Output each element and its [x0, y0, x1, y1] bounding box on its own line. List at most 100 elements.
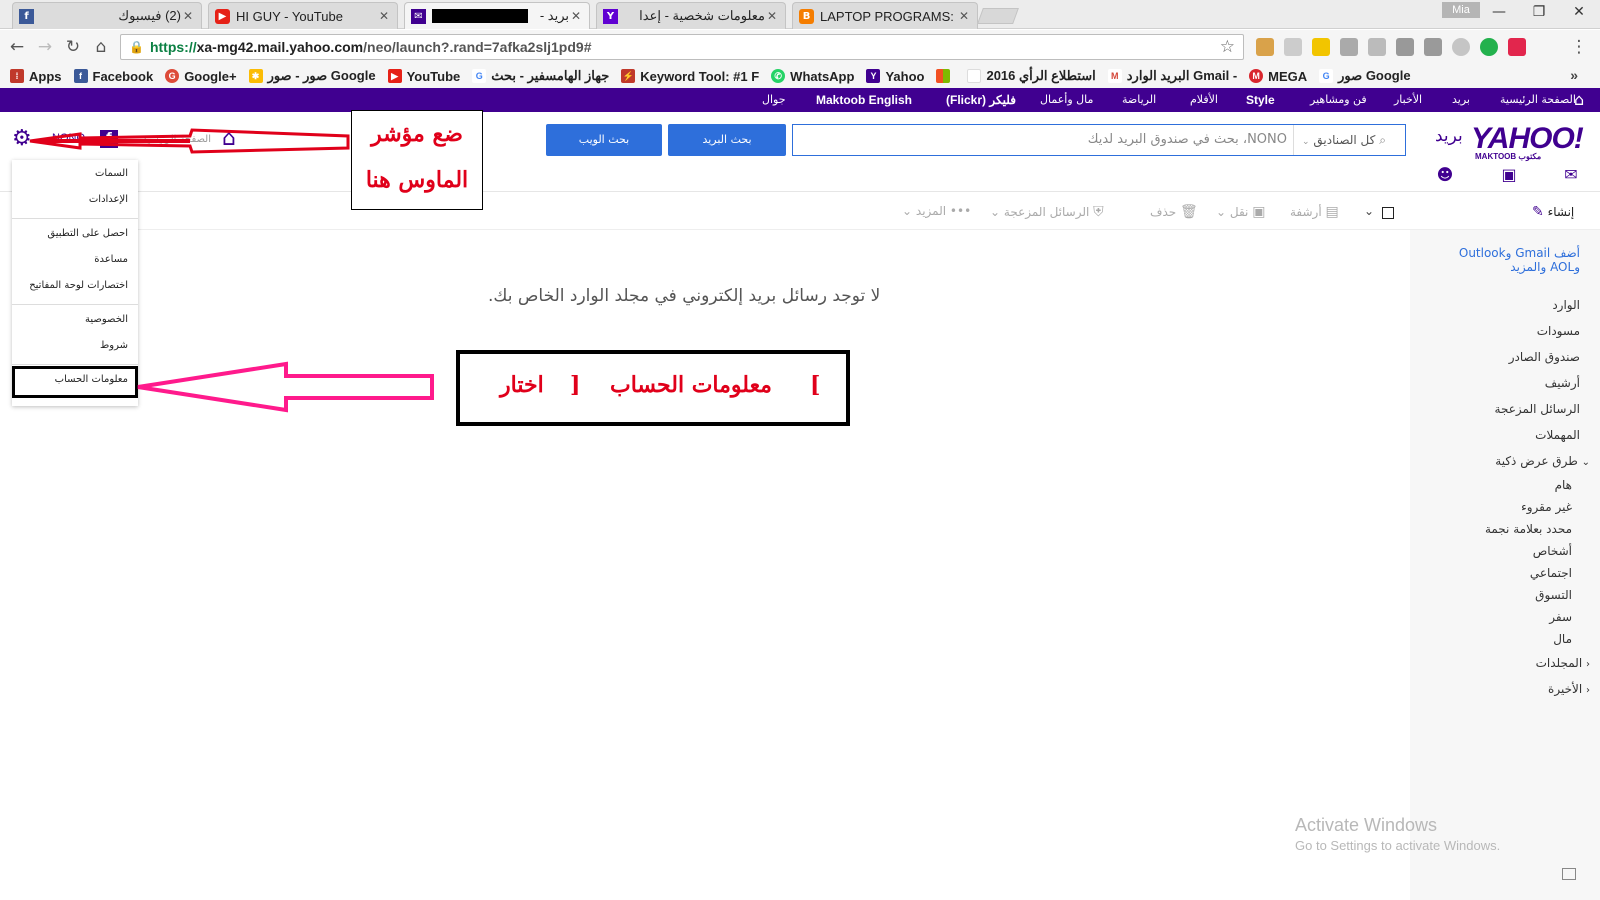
smart-view-item[interactable]: مال — [1553, 632, 1572, 646]
facebook-icon[interactable]: f — [100, 130, 118, 148]
close-icon[interactable]: ✕ — [957, 9, 971, 23]
bookmark-item[interactable]: ▶ YouTube — [387, 69, 460, 84]
profile-badge[interactable]: Mia — [1442, 2, 1480, 18]
menu-item-privacy[interactable]: الخصوصية — [85, 314, 128, 325]
bookmark-item[interactable]: ✱ صور - صور Google — [248, 68, 376, 84]
nav-item[interactable]: الأفلام — [1190, 88, 1218, 112]
contacts-icon[interactable]: ▣ — [1500, 166, 1518, 184]
close-window-icon[interactable]: ✕ — [1564, 4, 1594, 20]
smart-view-item[interactable]: محدد بعلامة نجمة — [1485, 522, 1572, 536]
nav-item[interactable]: Maktoob English — [816, 88, 912, 112]
extension-icon[interactable] — [1284, 38, 1302, 56]
bookmark-item[interactable]: G صور Google — [1319, 68, 1411, 84]
search-input[interactable]: NONO، بحث في صندوق البريد لديك ⌄ كل الصن… — [792, 124, 1406, 156]
smart-view-item[interactable]: أشخاص — [1533, 544, 1572, 558]
bookmark-star-icon[interactable]: ☆ — [1220, 37, 1235, 57]
folder-archive[interactable]: أرشيف — [1545, 376, 1580, 390]
maximize-icon[interactable]: ❐ — [1524, 4, 1554, 20]
reload-icon[interactable]: ↻ — [62, 36, 84, 58]
folder-spam[interactable]: الرسائل المزعجة — [1495, 402, 1580, 416]
image-icon[interactable] — [1562, 868, 1576, 880]
close-icon[interactable]: ✕ — [377, 9, 391, 23]
browser-tab-yahoo-settings[interactable]: Y معلومات شخصية - إعدا ✕ — [596, 2, 786, 29]
archive-button[interactable]: أرشفة ▤ — [1290, 204, 1339, 220]
send-icon[interactable] — [1508, 38, 1526, 56]
smart-view-item[interactable]: غير مقروء — [1521, 500, 1572, 514]
move-button[interactable]: ⌄ نقل ▣ — [1216, 204, 1265, 220]
check-icon[interactable] — [1480, 38, 1498, 56]
search-web-button[interactable]: بحث الويب — [546, 124, 662, 156]
close-icon[interactable]: ✕ — [765, 9, 779, 23]
nav-item[interactable]: فليكر (Flickr) — [946, 88, 1016, 112]
username[interactable]: NONO — [52, 132, 85, 144]
messenger-icon[interactable]: ☻ — [1436, 166, 1454, 184]
nav-item[interactable]: الرياضة — [1122, 88, 1156, 112]
extension-icon[interactable] — [1340, 38, 1358, 56]
bookmark-item[interactable]: ✆ WhatsApp — [771, 69, 854, 84]
menu-item-help[interactable]: مساعدة — [94, 254, 128, 265]
home-icon[interactable]: ⌂ — [222, 128, 246, 150]
menu-item-get-app[interactable]: احصل على التطبيق — [47, 228, 128, 239]
chrome-menu-icon[interactable]: ⋮ — [1568, 36, 1590, 58]
smart-view-item[interactable]: سفر — [1549, 610, 1572, 624]
bookmark-item[interactable]: G جهاز الهامسفير - بحث — [472, 68, 609, 84]
add-accounts-link[interactable]: أضف Gmail وOutlook وAOL والمزيد — [1440, 246, 1580, 274]
nav-item[interactable]: مال وأعمال — [1040, 88, 1093, 112]
smart-views-header[interactable]: ⌄ طرق عرض ذكية — [1495, 454, 1590, 468]
search-mail-button[interactable]: بحث البريد — [668, 124, 786, 156]
folder-trash[interactable]: المهملات — [1535, 428, 1580, 442]
extension-icon[interactable] — [1368, 38, 1386, 56]
compose-button[interactable]: ✎ إنشاء — [1532, 204, 1574, 220]
close-icon[interactable]: ✕ — [569, 9, 583, 23]
bookmarks-overflow-icon[interactable]: » — [1570, 67, 1578, 83]
browser-tab-youtube[interactable]: ▶ HI GUY - YouTube ✕ — [208, 2, 398, 29]
forward-icon[interactable]: → — [34, 36, 56, 58]
smart-view-item[interactable]: هام — [1555, 478, 1572, 492]
nav-item[interactable]: فن ومشاهير — [1310, 88, 1367, 112]
folders-header[interactable]: ‹ المجلدات — [1536, 656, 1590, 670]
bookmark-item[interactable]: f Facebook — [73, 69, 153, 84]
extension-icon[interactable] — [1396, 38, 1414, 56]
menu-item-settings[interactable]: الإعدادات — [89, 194, 128, 205]
home-link[interactable]: الصفحة الرئيسية — [142, 134, 211, 145]
smart-view-item[interactable]: التسوق — [1535, 588, 1572, 602]
nav-item[interactable]: جوال — [762, 88, 786, 112]
smart-view-item[interactable]: اجتماعي — [1530, 566, 1572, 580]
nav-item[interactable]: الأخبار — [1394, 88, 1422, 112]
back-icon[interactable]: ← — [6, 36, 28, 58]
extension-icon[interactable] — [1256, 38, 1274, 56]
bookmark-item[interactable]: استطلاع الرأي 2016 — [967, 68, 1096, 84]
gear-icon[interactable]: ⚙ — [12, 128, 34, 150]
nav-item[interactable]: Style — [1246, 88, 1275, 112]
minimize-icon[interactable]: — — [1484, 4, 1514, 20]
spam-button[interactable]: ⌄ الرسائل المزعجة ⛨ — [990, 204, 1104, 220]
browser-tab-blogger[interactable]: B LAPTOP PROGRAMS: ✕ — [792, 2, 978, 29]
menu-item-shortcuts[interactable]: اختصارات لوحة المفاتيح — [29, 280, 128, 291]
yahoo-logo[interactable]: بريد YAHOO! MAKTOOB مكتوب — [1435, 122, 1585, 161]
menu-item-terms[interactable]: شروط — [100, 340, 128, 351]
bookmark-item[interactable]: Y Yahoo — [866, 69, 924, 84]
nav-item[interactable]: الصفحة الرئيسية — [1500, 88, 1576, 112]
delete-button[interactable]: حذف 🗑 — [1150, 204, 1198, 220]
select-all-checkbox[interactable] — [1382, 207, 1394, 219]
new-tab-button[interactable] — [977, 8, 1019, 24]
close-icon[interactable]: ✕ — [181, 9, 195, 23]
more-button[interactable]: ⌄ المزيد ••• — [902, 204, 971, 218]
bookmark-item[interactable]: M البريد الوارد Gmail - — [1107, 68, 1237, 84]
home-icon[interactable]: ⌂ — [90, 36, 112, 58]
folder-drafts[interactable]: مسودات — [1537, 324, 1580, 338]
bookmark-item[interactable]: ⁞ Apps — [10, 69, 62, 84]
extension-icon[interactable] — [1312, 38, 1330, 56]
browser-tab-yahoo-mail[interactable]: ✉ بريد - ✕ — [404, 2, 590, 29]
search-scope-select[interactable]: ⌄ كل الصناديق ⌕ — [1293, 125, 1405, 155]
extension-icon[interactable] — [1452, 38, 1470, 56]
bookmark-item[interactable]: G Google+ — [165, 69, 237, 84]
address-bar[interactable]: 🔒 https:// xa-mg42.mail.yahoo.com /neo/l… — [120, 34, 1244, 60]
bookmark-item[interactable] — [936, 69, 955, 83]
mail-icon[interactable]: ✉ — [1562, 166, 1580, 184]
download-icon[interactable] — [1424, 38, 1442, 56]
chevron-down-icon[interactable]: ⌄ — [1364, 204, 1374, 218]
folder-sent[interactable]: صندوق الصادر — [1509, 350, 1580, 364]
folder-inbox[interactable]: الوارد — [1552, 298, 1580, 312]
bookmark-item[interactable]: M MEGA — [1249, 69, 1307, 84]
